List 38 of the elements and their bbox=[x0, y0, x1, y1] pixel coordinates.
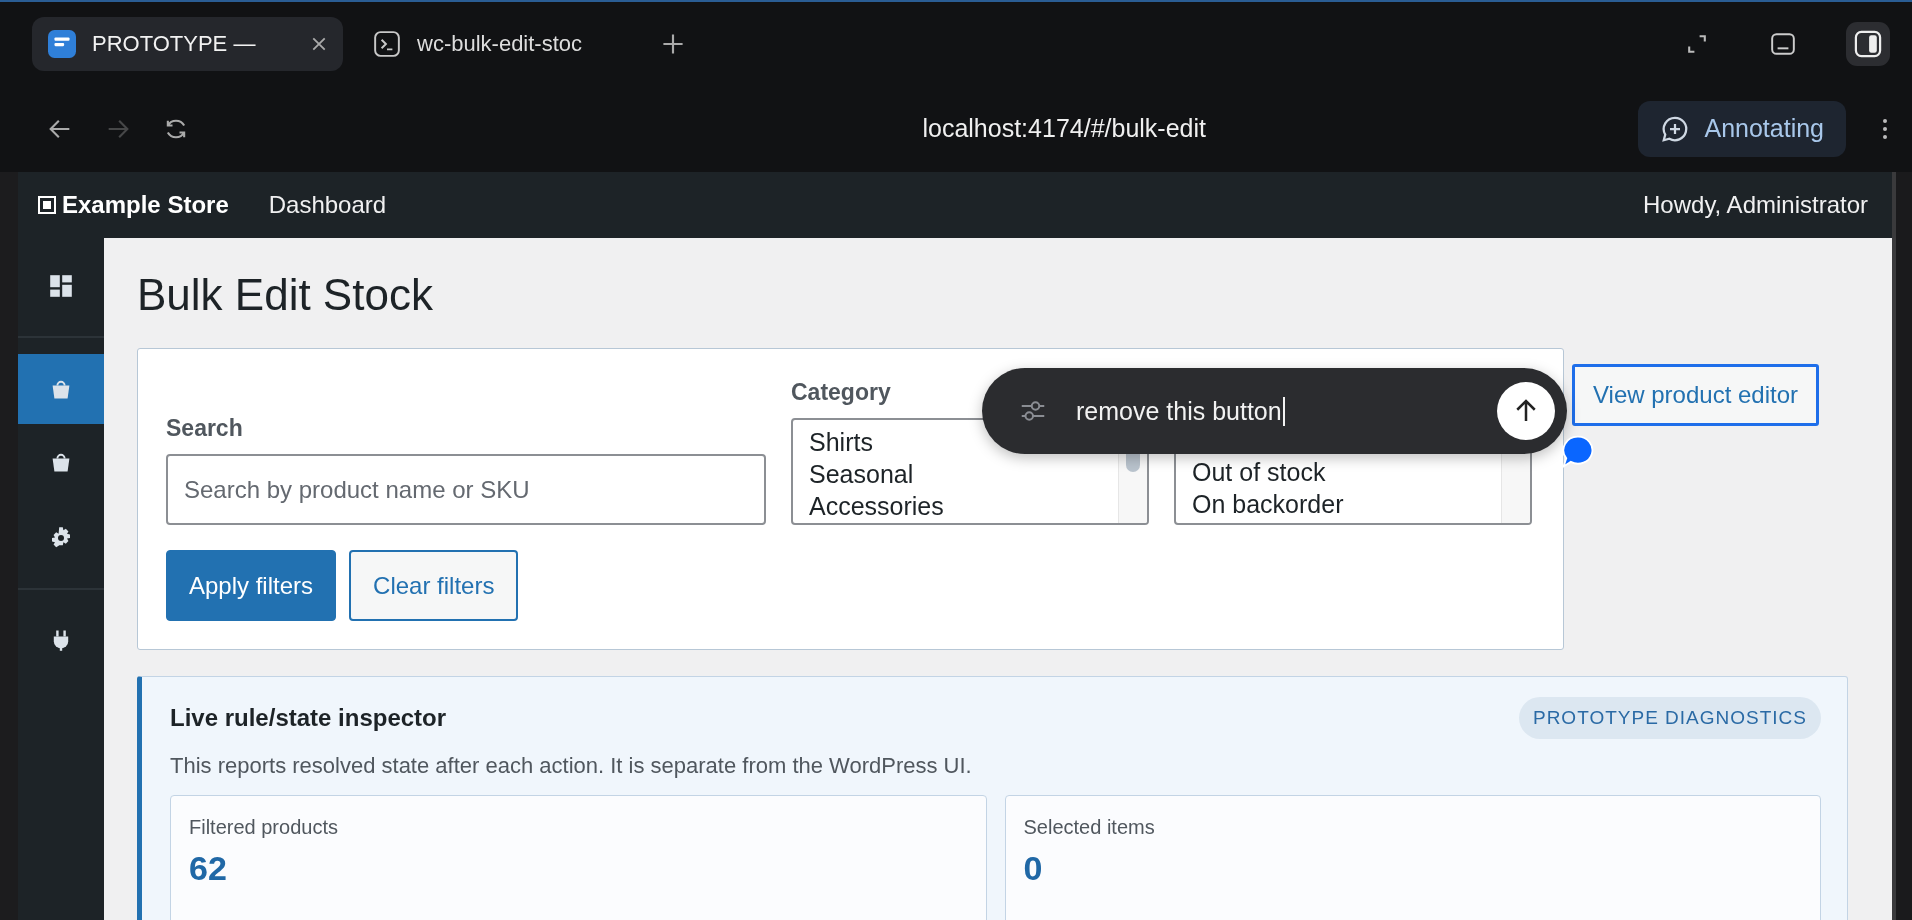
list-option[interactable]: Out of stock bbox=[1192, 456, 1485, 488]
comment-bubble-icon[interactable] bbox=[1560, 434, 1596, 470]
site-icon bbox=[38, 196, 56, 214]
stat-value: 0 bbox=[1023, 849, 1044, 888]
inspector-title: Live rule/state inspector bbox=[170, 704, 447, 732]
send-button[interactable] bbox=[1497, 382, 1555, 440]
gear-icon bbox=[49, 526, 73, 550]
inspector-description: This reports resolved state after each action. It is separate from the WordPress UI. bbox=[170, 753, 973, 779]
browser-tab[interactable]: wc-bulk-edit-stoc bbox=[357, 16, 637, 71]
apply-filters-button[interactable]: Apply filters bbox=[166, 550, 337, 621]
sidebar-panel-icon[interactable] bbox=[1846, 21, 1890, 66]
close-icon[interactable] bbox=[311, 35, 327, 52]
dashboard-icon bbox=[49, 274, 73, 298]
list-option[interactable]: Seasonal bbox=[809, 458, 1102, 490]
annotating-button[interactable]: Annotating bbox=[1638, 100, 1846, 157]
address-bar[interactable]: localhost:4174/#/bulk-edit bbox=[922, 114, 1206, 143]
clear-filters-button[interactable]: Clear filters bbox=[349, 550, 519, 621]
browser-tab[interactable]: PROTOTYPE — bbox=[32, 16, 343, 71]
stat-value: 62 bbox=[189, 849, 228, 888]
list-option[interactable]: Accessories bbox=[809, 490, 1102, 522]
search-field[interactable]: Search by product name or SKU bbox=[166, 454, 766, 525]
view-editor-button[interactable]: View product editor bbox=[1572, 364, 1819, 426]
field-label: Category bbox=[791, 379, 892, 406]
list-option[interactable]: On backorder bbox=[1192, 488, 1485, 520]
new-tab-icon[interactable] bbox=[661, 31, 685, 56]
admin-bar-link[interactable]: Dashboard bbox=[268, 191, 387, 219]
field-label: Search bbox=[166, 415, 244, 442]
site-name-link[interactable]: Example Store bbox=[62, 191, 229, 219]
stat-label: Filtered products bbox=[189, 816, 339, 839]
user-greeting[interactable]: Howdy, Administrator bbox=[1643, 191, 1868, 219]
bottom-panel-icon[interactable] bbox=[1770, 30, 1796, 57]
stat-label: Selected items bbox=[1023, 816, 1156, 839]
page-title: Bulk Edit Stock bbox=[137, 270, 434, 320]
more-menu-icon[interactable] bbox=[1882, 117, 1888, 140]
annotation-input[interactable]: remove this button bbox=[1076, 396, 1285, 426]
app-icon bbox=[48, 29, 76, 58]
diagnostics-badge: PROTOTYPE DIAGNOSTICS bbox=[1518, 697, 1821, 739]
terminal-icon bbox=[373, 29, 401, 58]
